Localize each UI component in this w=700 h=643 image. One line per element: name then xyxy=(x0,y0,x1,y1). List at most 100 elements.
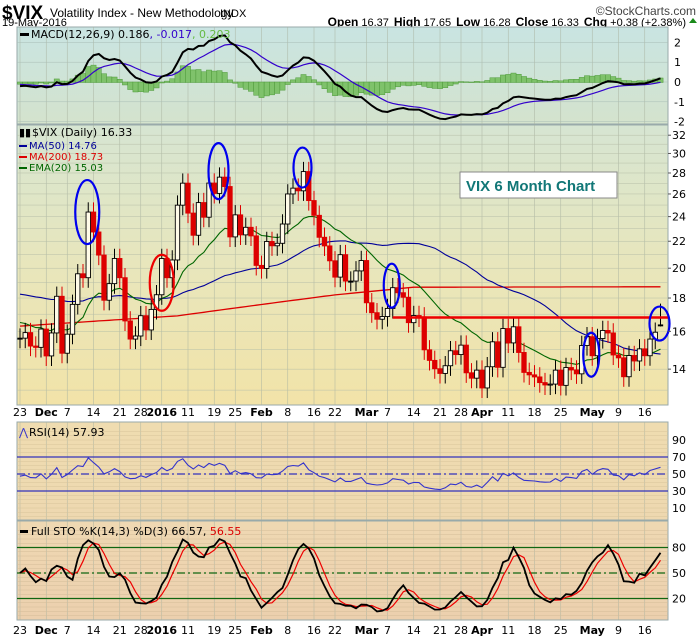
macd-histogram-bar xyxy=(505,74,512,83)
candle-body xyxy=(384,307,391,317)
date-axis-label: 22 xyxy=(328,406,342,419)
date-axis-label: May xyxy=(580,406,605,419)
date-axis-label: Mar xyxy=(355,624,379,637)
candle-body xyxy=(59,295,65,354)
security-name: Volatility Index - New Methodology xyxy=(50,6,233,20)
candle-body xyxy=(573,369,580,375)
candle-body xyxy=(426,349,433,361)
macd-histogram-bar xyxy=(284,81,291,85)
macd-histogram-bar xyxy=(442,81,449,88)
macd-signal-value: , -0.017 xyxy=(150,28,192,41)
candle-body xyxy=(542,382,548,386)
date-axis-label: 25 xyxy=(228,624,242,637)
candle-body xyxy=(348,280,354,283)
rsi-axis-label: 30 xyxy=(672,485,686,498)
date-axis-label: 14 xyxy=(87,406,101,419)
candle-body xyxy=(432,359,438,370)
macd-histogram-bar xyxy=(552,80,559,83)
candle-body xyxy=(505,328,511,344)
candle-body xyxy=(631,355,637,362)
macd-histogram-bar xyxy=(242,81,249,90)
macd-histogram-bar xyxy=(101,73,107,83)
candle-body xyxy=(269,241,275,247)
candle-icon: ▮▮ xyxy=(19,126,31,139)
macd-histogram-bar xyxy=(395,81,401,88)
macd-histogram-bar xyxy=(452,81,459,85)
ma50-legend: MA(50) 14.76 xyxy=(29,141,97,152)
candle-body xyxy=(101,254,107,301)
macd-histogram-bar xyxy=(195,69,202,83)
macd-histogram-bar xyxy=(185,66,191,83)
macd-histogram-bar xyxy=(463,81,470,83)
price-legend-label: $VIX (Daily) 16.33 xyxy=(32,126,132,139)
candle-body xyxy=(405,296,412,324)
macd-histogram-bar xyxy=(473,81,480,83)
candle-body xyxy=(537,376,543,384)
ma50-swatch xyxy=(19,145,27,147)
candle-body xyxy=(54,295,60,334)
candle-body xyxy=(243,226,249,236)
macd-legend: MACD(12,26,9) 0.186, -0.017, 0.203 xyxy=(20,28,230,41)
candle-body xyxy=(563,367,569,386)
macd-histogram-bar xyxy=(389,81,396,90)
candle-body xyxy=(447,350,454,367)
candle-body xyxy=(605,330,611,334)
candle-body xyxy=(17,337,23,340)
macd-histogram-bar xyxy=(211,70,218,83)
macd-histogram-bar xyxy=(274,81,281,94)
candle-body xyxy=(106,283,112,301)
macd-histogram-bar xyxy=(206,69,212,83)
chart-title-box: VIX 6 Month Chart xyxy=(459,171,618,199)
candle-body xyxy=(143,315,149,331)
macd-histogram-bar xyxy=(326,81,333,93)
sto-swatch xyxy=(20,530,28,533)
date-axis-label: 21 xyxy=(113,406,127,419)
macd-histogram-bar xyxy=(59,80,65,83)
macd-histogram-bar xyxy=(636,80,643,83)
candle-body xyxy=(358,260,364,272)
candle-body xyxy=(253,235,259,266)
macd-histogram-bar xyxy=(22,81,29,84)
sto-legend-text: Full STO %K(14,3) %D(3) 66.57, 56.55 xyxy=(31,525,241,538)
candle-body xyxy=(521,352,527,373)
candle-body xyxy=(531,374,538,378)
candle-body xyxy=(180,182,186,206)
macd-histogram-bar xyxy=(631,80,638,83)
macd-histogram-bar xyxy=(363,81,370,95)
macd-histogram-bar xyxy=(48,81,55,84)
candle-body xyxy=(363,260,370,304)
macd-histogram-bar xyxy=(515,74,522,83)
date-axis-label: 16 xyxy=(638,624,652,637)
macd-value: MACD(12,26,9) 0.186 xyxy=(31,28,150,41)
candle-body xyxy=(232,214,238,238)
date-axis-label: 21 xyxy=(433,406,447,419)
chart-title: VIX 6 Month Chart xyxy=(466,178,595,195)
macd-histogram-bar xyxy=(578,77,585,83)
macd-histogram-bar xyxy=(227,79,233,83)
macd-histogram-bar xyxy=(158,81,165,84)
macd-histogram-bar xyxy=(479,81,485,83)
macd-histogram-bar xyxy=(190,69,197,83)
candle-body xyxy=(621,357,627,378)
macd-histogram-bar xyxy=(290,79,296,83)
candle-body xyxy=(437,368,443,374)
candle-body xyxy=(647,338,653,357)
macd-histogram-bar xyxy=(489,77,496,83)
macd-histogram-bar xyxy=(484,80,491,83)
macd-histogram-bar xyxy=(594,75,601,83)
date-axis-label: 19 xyxy=(207,406,221,419)
date-axis-label: 16 xyxy=(307,624,321,637)
price-axis-label: 26 xyxy=(672,188,686,201)
rsi-axis-label: 10 xyxy=(672,502,686,515)
date-axis-label: 2016 xyxy=(146,624,177,637)
date-axis-label: 7 xyxy=(64,624,71,637)
macd-histogram-bar xyxy=(500,74,506,83)
price-axis-label: 32 xyxy=(672,129,686,142)
price-axis-label: 30 xyxy=(672,147,686,160)
candle-body xyxy=(295,187,301,192)
sto-d-value: 56.55 xyxy=(206,525,241,538)
macd-histogram-bar xyxy=(458,81,464,83)
date-axis-label: 11 xyxy=(181,624,195,637)
macd-axis-label: 1 xyxy=(674,56,681,69)
candle-body xyxy=(48,332,55,357)
